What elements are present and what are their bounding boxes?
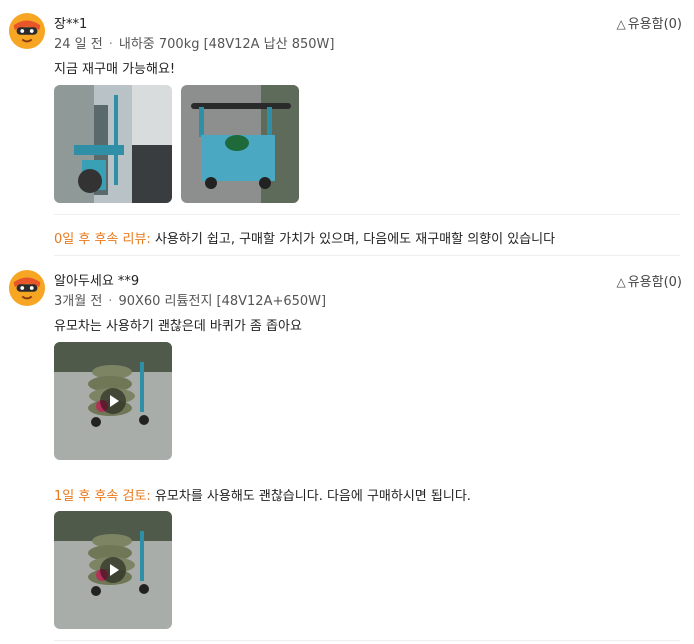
divider (54, 214, 680, 215)
followup-tag: 0일 후 후속 리뷰: (54, 232, 151, 247)
photo-cart-side (54, 85, 172, 203)
helpful-button[interactable]: △ 유용함(0) (616, 13, 682, 32)
review-photo[interactable] (181, 85, 299, 203)
review-video[interactable] (54, 511, 172, 629)
helpful-label: 유용함(0) (627, 275, 682, 290)
photo-cart-top (181, 85, 299, 203)
followup-text: 사용하기 쉽고, 구매할 가치가 있으며, 다음에도 재구매할 의향이 있습니다 (150, 232, 556, 247)
helpful-label: 유용함(0) (627, 17, 682, 32)
reviewer-name: 알아두세요 **9 (54, 274, 140, 289)
triangle-up-icon: △ (616, 275, 626, 289)
separator-dot: · (108, 294, 113, 309)
helpful-button[interactable]: △ 유용함(0) (616, 271, 682, 290)
divider (54, 640, 680, 641)
divider (54, 255, 680, 256)
play-icon (100, 388, 126, 414)
user-avatar (8, 12, 46, 50)
followup-tag: 1일 후 후속 검토: (54, 489, 151, 504)
followup-text: 유모차를 사용해도 괜찮습니다. 다음에 구매하시면 됩니다. (150, 489, 471, 504)
triangle-up-icon: △ (616, 17, 626, 31)
reviewer-name: 장**1 (54, 17, 88, 32)
followup-review: 1일 후 후속 검토: 유모차를 사용해도 괜찮습니다. 다음에 구매하시면 됩… (54, 485, 471, 504)
review-text: 지금 재구매 가능해요! (54, 62, 176, 77)
review-meta: 3개월 전 · 90X60 리튬전지 [48V12A+650W] (54, 290, 326, 309)
separator-dot: · (108, 37, 113, 52)
followup-review: 0일 후 후속 리뷰: 사용하기 쉽고, 구매할 가치가 있으며, 다음에도 재… (54, 228, 555, 247)
user-avatar (8, 269, 46, 307)
review-text: 유모차는 사용하기 괜찮은데 바퀴가 좀 좁아요 (54, 319, 302, 334)
review-video[interactable] (54, 342, 172, 460)
review-option: 90X60 리튬전지 [48V12A+650W] (118, 294, 327, 309)
play-icon (100, 557, 126, 583)
review-date: 3개월 전 (54, 294, 103, 309)
review-option: 내하중 700kg [48V12A 납산 850W] (118, 37, 335, 52)
review-photo[interactable] (54, 85, 172, 203)
review-date: 24 일 전 (54, 37, 103, 52)
review-meta: 24 일 전 · 내하중 700kg [48V12A 납산 850W] (54, 33, 334, 52)
